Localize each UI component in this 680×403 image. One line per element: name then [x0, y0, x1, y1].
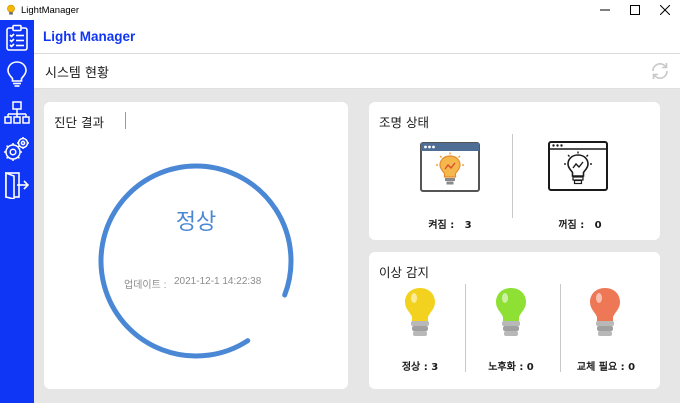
diagnosis-card: 진단 결과 정상 업데이트 : 2021-12-1 14:22:38	[44, 102, 348, 389]
network-icon	[4, 100, 30, 130]
lighting-title: 조명 상태	[379, 115, 429, 130]
diagnosis-title: 진단 결과	[54, 115, 104, 130]
bulb-aging-icon	[496, 288, 526, 336]
sidebar-item-lights[interactable]	[3, 61, 31, 91]
lights-on-count: 켜짐 : 3	[428, 220, 472, 231]
aging-count: 노후화 : 0	[488, 362, 534, 373]
window-titlebar: LightManager	[0, 0, 680, 20]
anomaly-card: 이상 감지 정상 : 3 노후화 : 0 교체 필요 : 0	[369, 252, 660, 389]
gears-icon	[3, 136, 31, 168]
gauge-arc	[98, 163, 294, 359]
update-timestamp: 2021-12-1 14:22:38	[174, 276, 262, 287]
bulb-normal-icon	[405, 288, 435, 336]
dashboard-content: 진단 결과 정상 업데이트 : 2021-12-1 14:22:38 조명 상태…	[34, 89, 680, 403]
diagnosis-gauge	[98, 163, 294, 359]
app-lightbulb-icon	[5, 4, 17, 16]
clipboard-checklist-icon	[5, 24, 29, 56]
sidebar-item-settings[interactable]	[3, 137, 31, 167]
sidebar-item-report[interactable]	[3, 24, 31, 56]
update-label: 업데이트 :	[124, 280, 167, 291]
close-button[interactable]	[650, 0, 680, 20]
sidebar-item-network[interactable]	[3, 100, 31, 130]
lights-off-count: 꺼짐 : 0	[558, 220, 602, 231]
page-header: 시스템 현황	[34, 54, 680, 89]
anomaly-divider-2	[560, 284, 561, 372]
app-name: Light Manager	[43, 29, 136, 44]
anomaly-title: 이상 감지	[379, 265, 429, 280]
lighting-divider	[512, 134, 513, 218]
lighting-status-card: 조명 상태 켜짐 : 3 꺼짐: 0	[369, 102, 660, 240]
sidebar-nav	[0, 20, 34, 403]
light-on-icon	[420, 142, 480, 192]
diagnosis-status: 정상	[175, 210, 217, 235]
page-title: 시스템 현황	[45, 66, 109, 81]
window-title: LightManager	[21, 4, 80, 16]
maximize-button[interactable]	[620, 0, 650, 20]
normal-count: 정상 : 3	[401, 362, 439, 373]
app-header: Light Manager	[34, 20, 680, 54]
refresh-icon[interactable]	[649, 60, 671, 82]
lightbulb-icon	[5, 60, 29, 92]
exit-door-icon	[4, 171, 30, 203]
anomaly-divider-1	[465, 284, 466, 372]
minimize-button[interactable]	[590, 0, 620, 20]
bulb-replace-icon	[590, 288, 620, 336]
sidebar-item-exit[interactable]	[3, 171, 31, 203]
replace-count: 교체 필요 : 0	[576, 362, 636, 373]
title-divider	[125, 112, 126, 129]
light-off-icon	[548, 141, 608, 191]
